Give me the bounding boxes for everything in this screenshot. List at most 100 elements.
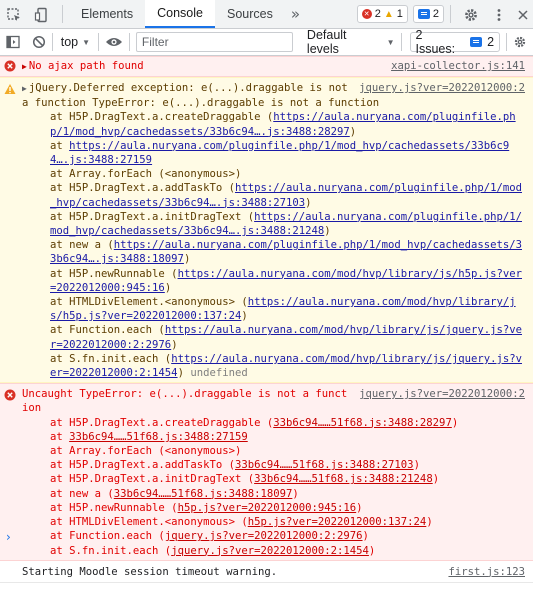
tab-console[interactable]: Console	[145, 0, 215, 28]
stack-frame-end: )	[432, 473, 440, 486]
tab-elements[interactable]: Elements	[69, 0, 145, 28]
expand-triangle-icon[interactable]: ▶	[22, 82, 27, 96]
stack-frame: at S.fn.init.each (https://aula.nuryana.…	[22, 352, 525, 380]
stack-frame-link[interactable]: 33b6c94……51f68.js:3488:18097	[114, 488, 293, 500]
return-value: undefined	[190, 367, 248, 380]
sidebar-toggle-icon[interactable]	[0, 29, 26, 56]
stack-frame-function: at H5P.DragText.a.initDragText (	[50, 210, 255, 223]
console-output: xapi-collector.js:141 ▶ No ajax path foun…	[0, 56, 533, 603]
stack-frame: at H5P.DragText.a.addTaskTo (https://aul…	[22, 181, 525, 209]
stack-frame-end: )	[349, 125, 357, 138]
stack-frame: at https://aula.nuryana.com/pluginfile.p…	[22, 139, 525, 167]
settings-gear-icon[interactable]	[457, 0, 485, 29]
stack-frame: at H5P.newRunnable (h5p.js?ver=202201200…	[22, 501, 525, 515]
message-source-link[interactable]: jquery.js?ver=2022012000:2	[359, 81, 525, 95]
expand-triangle-icon[interactable]: ▶	[22, 60, 27, 74]
stack-frame-link[interactable]: 33b6c94……51f68.js:3488:28297	[273, 417, 452, 429]
stack-frame-link[interactable]: 33b6c94……51f68.js:3488:21248	[254, 473, 433, 485]
issues-button[interactable]: 2 Issues: 2	[409, 28, 501, 56]
stack-frame: at HTMLDivElement.<anonymous> (https://a…	[22, 295, 525, 323]
stack-frame: at H5P.DragText.a.initDragText (33b6c94……	[22, 472, 525, 486]
message-source-link[interactable]: xapi-collector.js:141	[391, 59, 525, 73]
stack-frame-end: )	[171, 338, 178, 351]
log-levels-dropdown[interactable]: Default levels ▼	[301, 28, 401, 56]
stack-frame-link[interactable]: https://aula.nuryana.com/pluginfile.php/…	[50, 239, 522, 265]
stack-frame: at Array.forEach (<anonymous>)	[22, 167, 525, 181]
stack-frame: at Array.forEach (<anonymous>)	[22, 444, 525, 458]
close-icon[interactable]	[513, 0, 533, 29]
filter-input[interactable]	[135, 32, 293, 52]
toolbar-divider	[128, 33, 130, 51]
stack-frame: at new a (https://aula.nuryana.com/plugi…	[22, 238, 525, 266]
stack-frame-function: at	[50, 139, 70, 152]
message-counter[interactable]: 2	[412, 5, 444, 23]
toolbar-divider	[62, 5, 63, 23]
console-message-warning: jquery.js?ver=2022012000:2 ▶ jQuery.Defer…	[0, 77, 533, 384]
message-text: No ajax path found	[28, 60, 144, 72]
issue-icon	[470, 37, 483, 47]
stack-frame-end: )	[177, 367, 184, 380]
stack-frame-end: )	[183, 253, 191, 266]
more-tabs-button[interactable]: »	[285, 0, 306, 28]
stack-frame: at H5P.DragText.a.createDraggable (33b6c…	[22, 416, 525, 430]
context-selector[interactable]: top ▼	[53, 35, 98, 49]
message-count: 2	[432, 8, 439, 20]
stack-frame-function: at H5P.DragText.a.addTaskTo (	[50, 182, 235, 195]
stack-frame-end: )	[324, 225, 331, 238]
stack-frame-end: )	[451, 416, 459, 429]
prompt-chevron-icon: ›	[6, 530, 11, 544]
console-settings-gear-icon[interactable]	[507, 29, 533, 56]
issues-count: 2	[487, 35, 495, 49]
console-toolbar: top ▼ Default levels ▼ 2 Issues: 2	[0, 28, 533, 56]
stack-frame-end: )	[356, 501, 363, 514]
stack-frame-link[interactable]: https://aula.nuryana.com/pluginfile.php/…	[50, 140, 509, 166]
stack-frame: at Function.each (https://aula.nuryana.c…	[22, 323, 525, 351]
inspect-element-icon[interactable]	[0, 0, 28, 29]
stack-frame-function: at Function.each (	[50, 324, 165, 337]
error-circle-icon	[4, 389, 16, 401]
stack-frame-function: at H5P.newRunnable (	[50, 267, 178, 280]
stack-frame: at new a (33b6c94……51f68.js:3488:18097)	[22, 487, 525, 501]
stack-frame-link[interactable]: 33b6c94……51f68.js:3488:27159	[69, 431, 248, 443]
stack-frame-function: at Array.forEach (<anonymous>)	[50, 168, 242, 181]
error-icon: ✕	[361, 9, 372, 19]
console-message-info: first.js:123 Starting Moodle session tim…	[0, 560, 533, 583]
stack-frame: at H5P.newRunnable (https://aula.nuryana…	[22, 267, 525, 295]
stack-frame-end: )	[292, 487, 299, 500]
chevron-down-icon: ▼	[386, 37, 395, 47]
stack-frame-end: )	[241, 310, 248, 323]
stack-frame-function: at H5P.DragText.a.addTaskTo (	[50, 459, 235, 472]
warning-count: 1	[396, 8, 403, 20]
message-text: Starting Moodle session timeout warning.	[22, 565, 278, 578]
levels-label: Default levels	[306, 28, 347, 56]
message-source-link[interactable]: jquery.js?ver=2022012000:2	[359, 387, 525, 401]
stack-frame: at H5P.DragText.a.createDraggable (https…	[22, 110, 525, 138]
toolbar-divider	[400, 33, 402, 51]
live-expression-eye-icon[interactable]	[99, 29, 129, 56]
error-count: 2	[374, 8, 381, 20]
message-source-link[interactable]: first.js:123	[448, 565, 525, 579]
stack-frame-link[interactable]: 33b6c94……51f68.js:3488:27103	[235, 459, 414, 471]
stack-frame-function: at HTMLDivElement.<anonymous> (	[50, 296, 248, 309]
warning-triangle-icon	[4, 84, 16, 94]
stack-frame-function: at H5P.DragText.a.createDraggable (	[50, 111, 274, 124]
stack-frame-function: at	[50, 430, 70, 443]
stack-frame-function: at new a (	[50, 487, 114, 500]
console-message-error: xapi-collector.js:141 ▶ No ajax path foun…	[0, 56, 533, 77]
console-prompt[interactable]: ›	[0, 527, 533, 547]
context-value: top	[60, 35, 79, 49]
stack-frame-function: at Array.forEach (<anonymous>)	[50, 445, 242, 458]
error-warning-counter[interactable]: ✕ 2 ▲ 1	[356, 5, 408, 23]
tab-sources[interactable]: Sources	[215, 0, 285, 28]
clear-console-icon[interactable]	[26, 29, 52, 56]
devtools-tab-bar: Elements Console Sources » ✕ 2 ▲ 1 2	[0, 0, 533, 29]
stack-frame-end: )	[413, 459, 420, 472]
stack-frame: at H5P.DragText.a.addTaskTo (33b6c94……51…	[22, 458, 525, 472]
more-options-icon[interactable]	[485, 0, 513, 29]
chevron-down-icon: ▼	[82, 37, 91, 47]
device-toolbar-icon[interactable]	[28, 0, 56, 29]
message-head: jQuery.Deferred exception: e(...).dragga…	[22, 82, 380, 110]
stack-frame-link[interactable]: h5p.js?ver=2022012000:945:16	[178, 502, 357, 514]
stack-frame-function: at H5P.DragText.a.initDragText (	[50, 473, 255, 486]
message-head: Uncaught TypeError: e(...).draggable is …	[22, 388, 348, 415]
